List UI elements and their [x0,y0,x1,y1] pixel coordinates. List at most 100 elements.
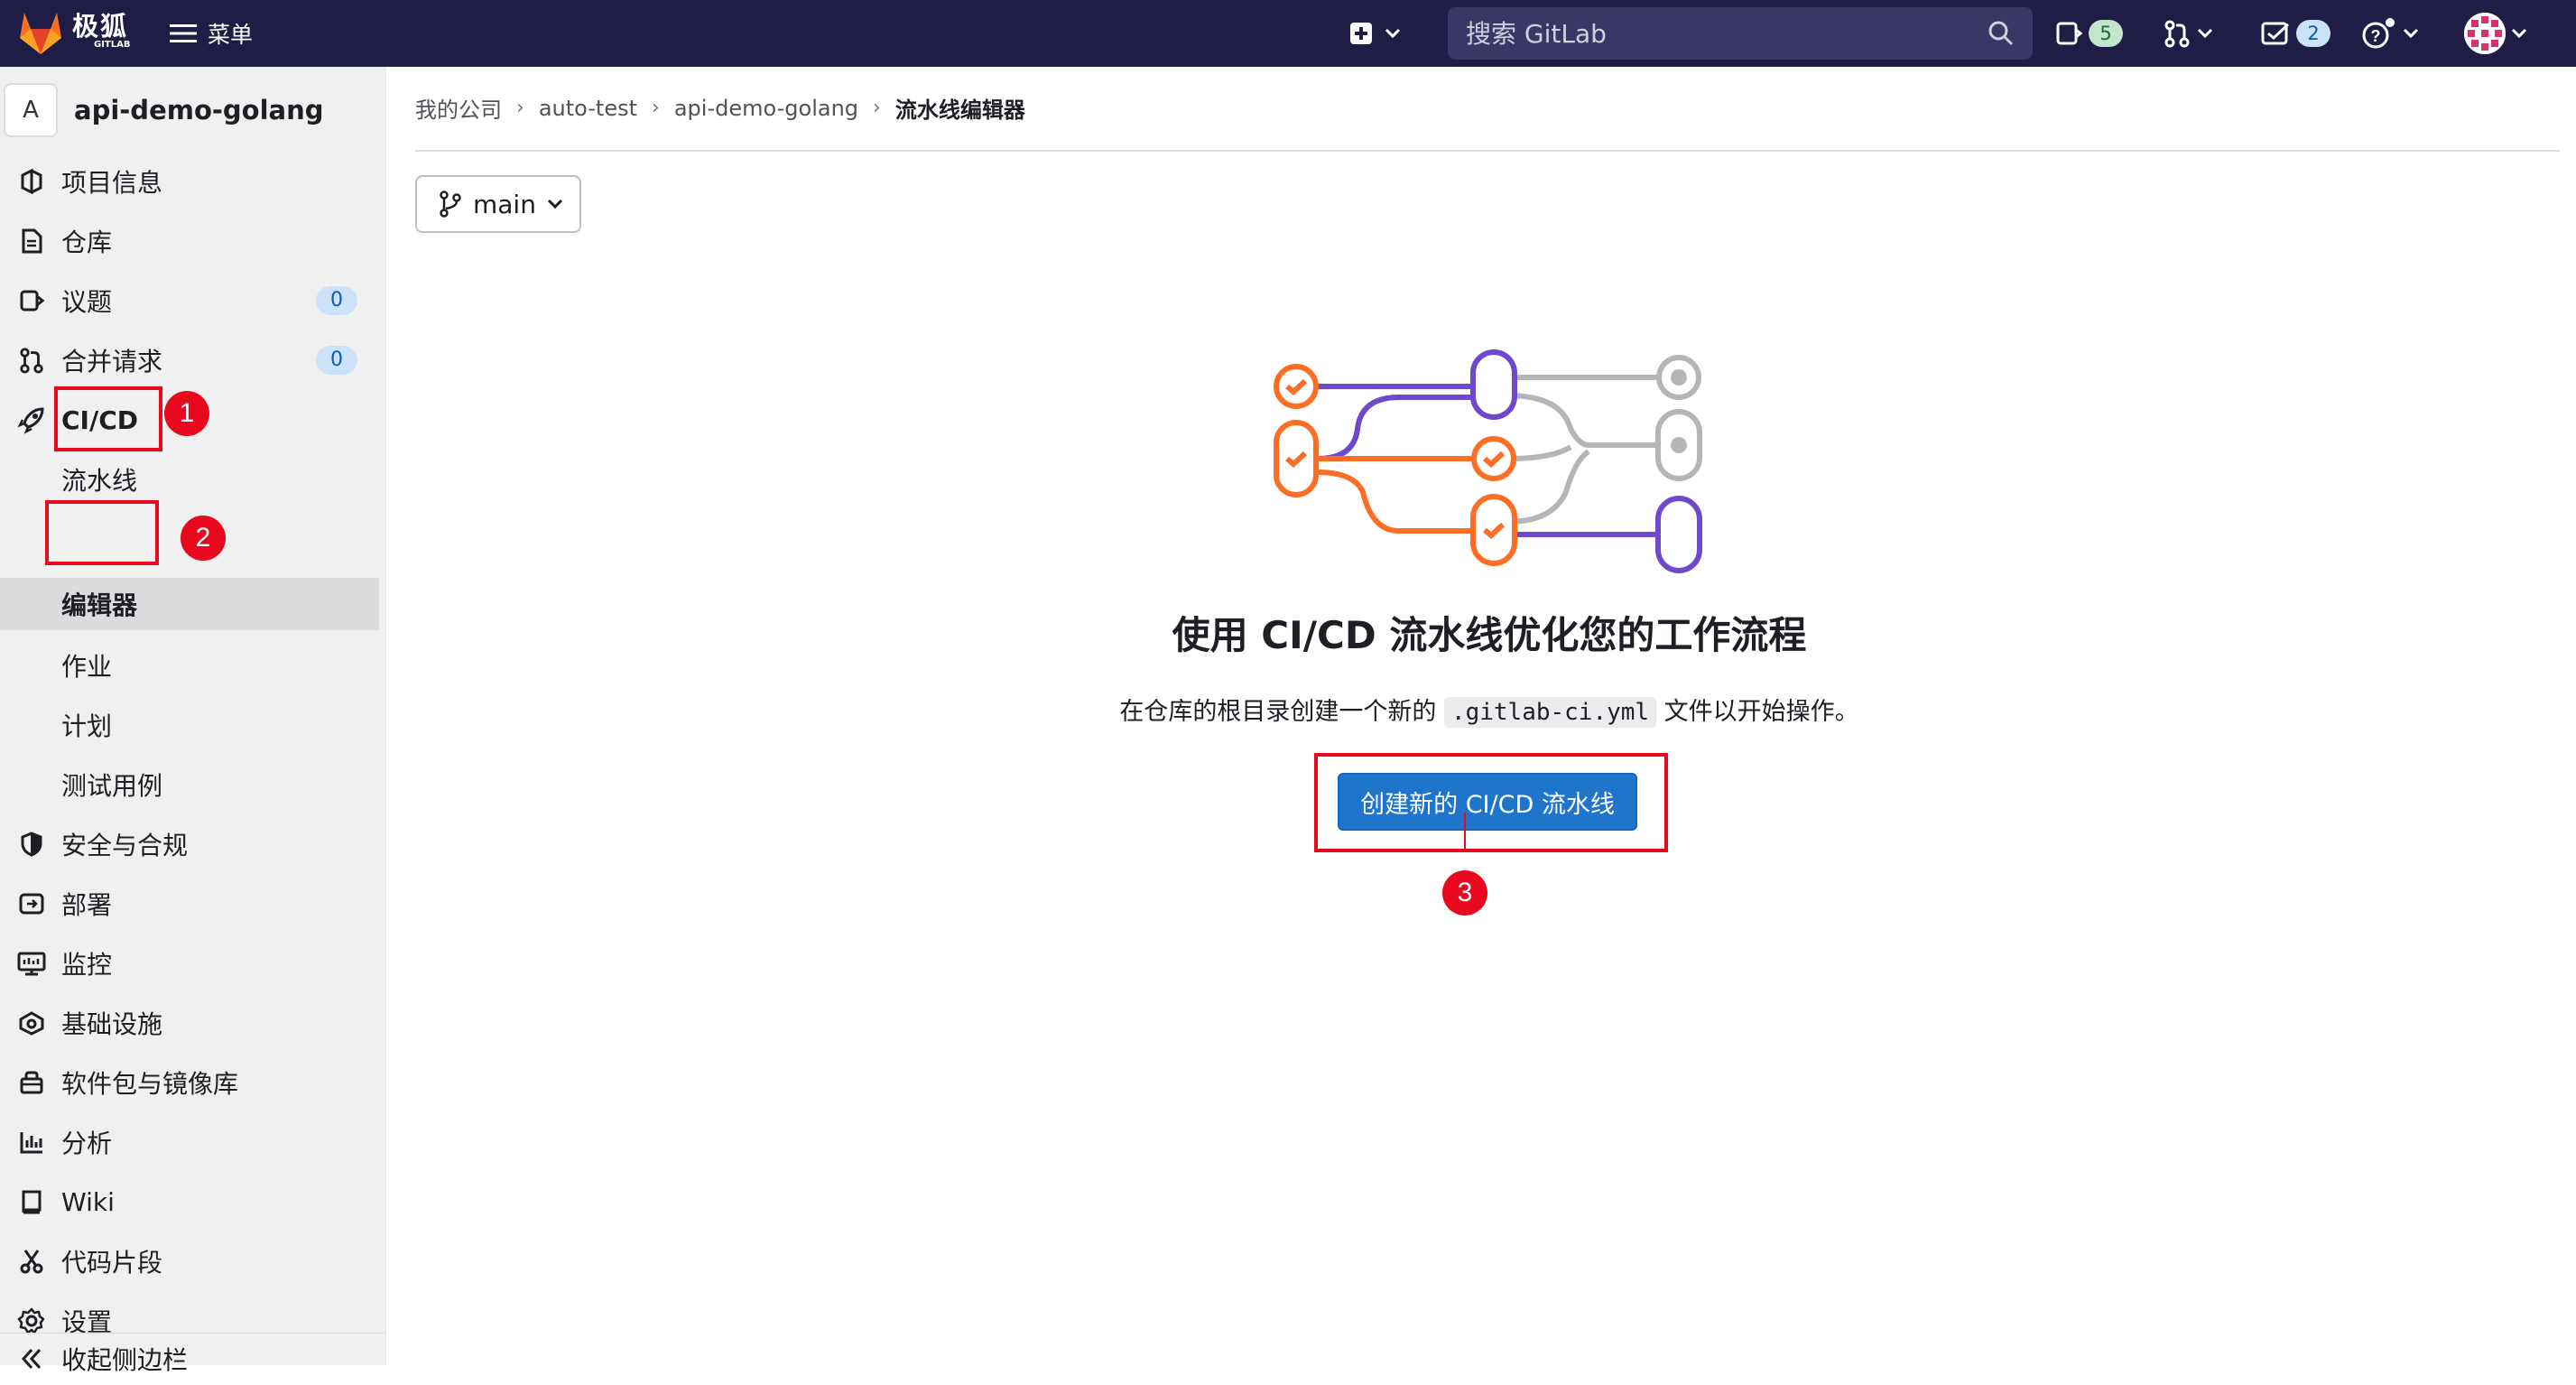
chevron-down-icon [547,199,563,209]
sidebar-item-label: 分析 [61,1129,113,1158]
monitor-icon [16,948,47,979]
merge-requests-nav-button[interactable] [2163,13,2213,54]
sidebar-item-analytics[interactable]: 分析 [0,1116,386,1168]
project-info-icon [16,166,47,197]
annotation-number-3: 3 [1442,870,1487,916]
todos-count-badge: 2 [2296,20,2330,47]
search-icon [1988,21,2014,46]
sidebar-item-infrastructure[interactable]: 基础设施 [0,997,386,1049]
sidebar-item-label: 基础设施 [61,1009,163,1039]
sidebar-item-label: 软件包与镜像库 [61,1069,239,1099]
empty-state-desc-after: 文件以开始操作。 [1663,698,1859,726]
pipeline-illustration [1274,349,1702,573]
menu-label: 菜单 [208,22,254,48]
sidebar-item-deployments[interactable]: 部署 [0,878,386,930]
sidebar-item-snippets[interactable]: 代码片段 [0,1235,386,1287]
breadcrumb-project[interactable]: api-demo-golang [674,96,858,121]
branch-selector-dropdown[interactable]: main [415,175,581,233]
sidebar-item-label: 计划 [61,711,113,741]
package-icon [16,1067,47,1098]
sidebar-item-project-info[interactable]: 项目信息 [0,155,386,208]
sidebar-subitem-editor[interactable]: 编辑器 [0,578,379,630]
annotation-box-cicd [54,386,162,451]
hamburger-icon [170,24,197,42]
chart-icon [16,1127,47,1157]
gitlab-ci-filename: .gitlab-ci.yml [1443,697,1657,728]
brand-name-en: GITLAB [94,40,131,50]
header-divider [415,150,2560,152]
sidebar-item-wiki[interactable]: Wiki [0,1176,386,1228]
rocket-icon [16,404,47,435]
issues-count-badge: 5 [2089,20,2123,47]
sidebar-item-label: 代码片段 [61,1248,163,1278]
project-avatar: A [4,83,58,137]
sidebar-item-label: 作业 [61,652,113,682]
sidebar-subitem-pipelines[interactable]: 流水线 [0,453,386,506]
breadcrumb-subgroup[interactable]: auto-test [539,96,637,121]
breadcrumb-separator-icon: › [873,97,881,119]
breadcrumb-separator-icon: › [652,97,660,119]
sidebar-item-label: 测试用例 [61,771,163,801]
branch-icon [440,191,461,218]
sidebar-item-label: 仓库 [61,228,113,257]
sidebar-item-label: 安全与合规 [61,831,189,860]
sidebar-item-issues[interactable]: 议题 0 [0,274,386,327]
breadcrumb-group[interactable]: 我的公司 [415,92,502,124]
user-menu-button[interactable] [2464,13,2527,54]
chevron-down-icon [2511,28,2527,39]
book-icon [16,1186,47,1217]
sidebar-item-security[interactable]: 安全与合规 [0,818,386,870]
sidebar-item-label: 监控 [61,950,113,980]
empty-state-title: 使用 CI/CD 流水线优化您的工作流程 [1172,613,1807,657]
annotation-box-editor [45,500,159,565]
breadcrumb-separator-icon: › [516,97,524,119]
project-name: api-demo-golang [74,95,324,125]
sidebar-subitem-test-cases[interactable]: 测试用例 [0,758,386,811]
sidebar-item-repository[interactable]: 仓库 [0,215,386,267]
sidebar-item-label: 项目信息 [61,168,163,198]
chevron-down-icon [1385,28,1401,39]
annotation-box-create-button [1314,753,1668,852]
issues-count-badge: 0 [316,286,357,315]
empty-state-description: 在仓库的根目录创建一个新的 .gitlab-ci.yml 文件以开始操作。 [903,692,2076,728]
brand-name[interactable]: 极狐 GITLAB [72,13,130,51]
sidebar-item-label: 流水线 [61,466,138,496]
chevron-down-icon [2197,28,2213,39]
cloud-gear-icon [16,1008,47,1038]
scissors-icon [16,1246,47,1277]
project-header[interactable]: A api-demo-golang [4,81,324,139]
annotation-number-2: 2 [181,516,226,561]
sidebar-item-packages[interactable]: 软件包与镜像库 [0,1056,386,1109]
gitlab-logo-icon[interactable] [16,9,65,56]
issues-nav-button[interactable]: 5 [2054,13,2123,54]
sidebar-subitem-schedules[interactable]: 计划 [0,699,386,751]
merge-request-icon [2164,20,2190,48]
annotation-leader-line [1464,813,1466,852]
deployments-icon [16,888,47,919]
breadcrumb: 我的公司 › auto-test › api-demo-golang › 流水线… [415,92,1025,124]
sidebar-item-monitor[interactable]: 监控 [0,937,386,990]
menu-button[interactable]: 菜单 [170,16,253,51]
gear-icon [16,1306,47,1336]
sidebar-item-label: 编辑器 [61,590,138,620]
collapse-sidebar-button[interactable]: 收起侧边栏 [0,1333,386,1385]
svg-text:?: ? [2371,27,2381,45]
project-sidebar: A api-demo-golang 项目信息 仓库 议题 0 合并请求 0 CI… [0,67,386,1375]
issues-icon [2056,22,2083,45]
top-navbar: 极狐 GITLAB 菜单 5 [0,0,2576,67]
issues-icon [16,285,47,316]
chevron-down-icon [2403,28,2419,39]
todo-check-icon [2261,22,2290,45]
search-box[interactable] [1448,7,2033,60]
sidebar-item-merge-requests[interactable]: 合并请求 0 [0,334,386,386]
shield-icon [16,829,47,860]
plus-square-icon [1350,23,1372,44]
create-new-dropdown[interactable] [1348,13,1401,54]
sidebar-subitem-jobs[interactable]: 作业 [0,639,386,692]
annotation-number-1: 1 [164,391,209,436]
breadcrumb-current[interactable]: 流水线编辑器 [895,92,1025,124]
todos-nav-button[interactable]: 2 [2260,13,2330,54]
help-nav-button[interactable]: ? [2361,13,2419,54]
search-input[interactable] [1466,18,1988,49]
merge-request-icon [16,345,47,376]
